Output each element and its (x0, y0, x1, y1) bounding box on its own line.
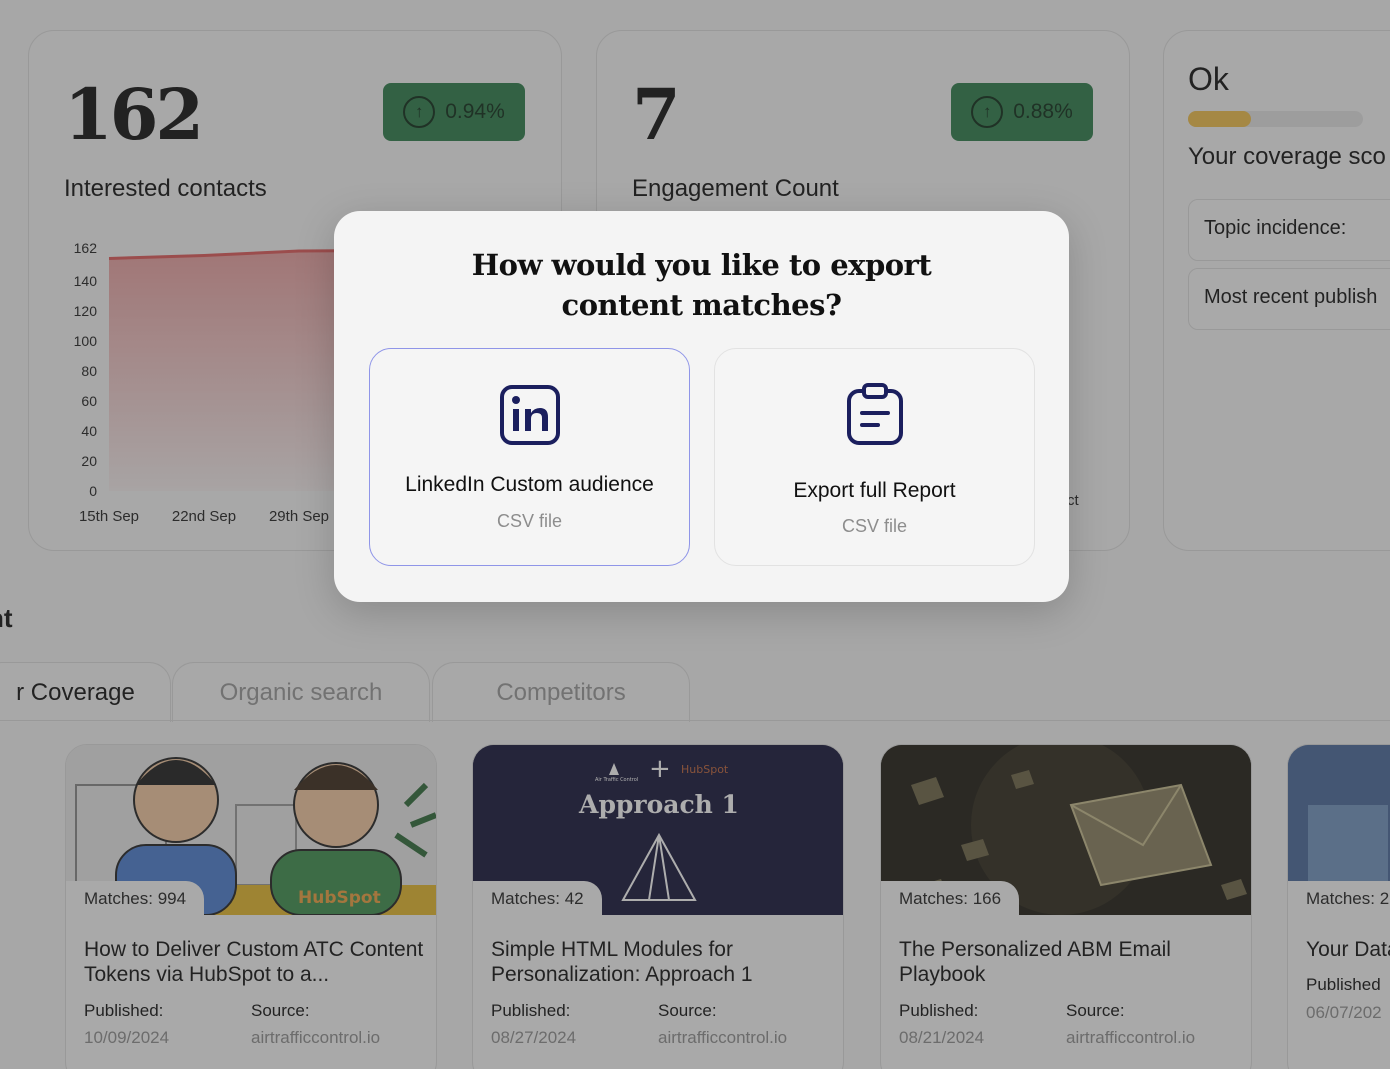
full-report-option[interactable]: Export full Report CSV file (714, 348, 1035, 566)
linkedin-audience-option[interactable]: LinkedIn Custom audience CSV file (369, 348, 690, 566)
modal-title: How would you like to export content mat… (334, 245, 1069, 325)
option-label: LinkedIn Custom audience (405, 473, 654, 496)
modal-title-line: content matches? (561, 288, 842, 322)
clipboard-icon (846, 383, 903, 445)
modal-title-line: How would you like to export (471, 248, 932, 282)
option-subtitle: CSV file (841, 516, 908, 536)
dashboard-page: 162 ↑ 0.94% Interested contacts 162 140 12… (0, 0, 1390, 1069)
linkedin-icon (499, 385, 560, 445)
export-modal: How would you like to export content mat… (334, 211, 1069, 602)
option-label: Export full Report (793, 479, 956, 502)
option-subtitle: CSV file (496, 511, 563, 531)
